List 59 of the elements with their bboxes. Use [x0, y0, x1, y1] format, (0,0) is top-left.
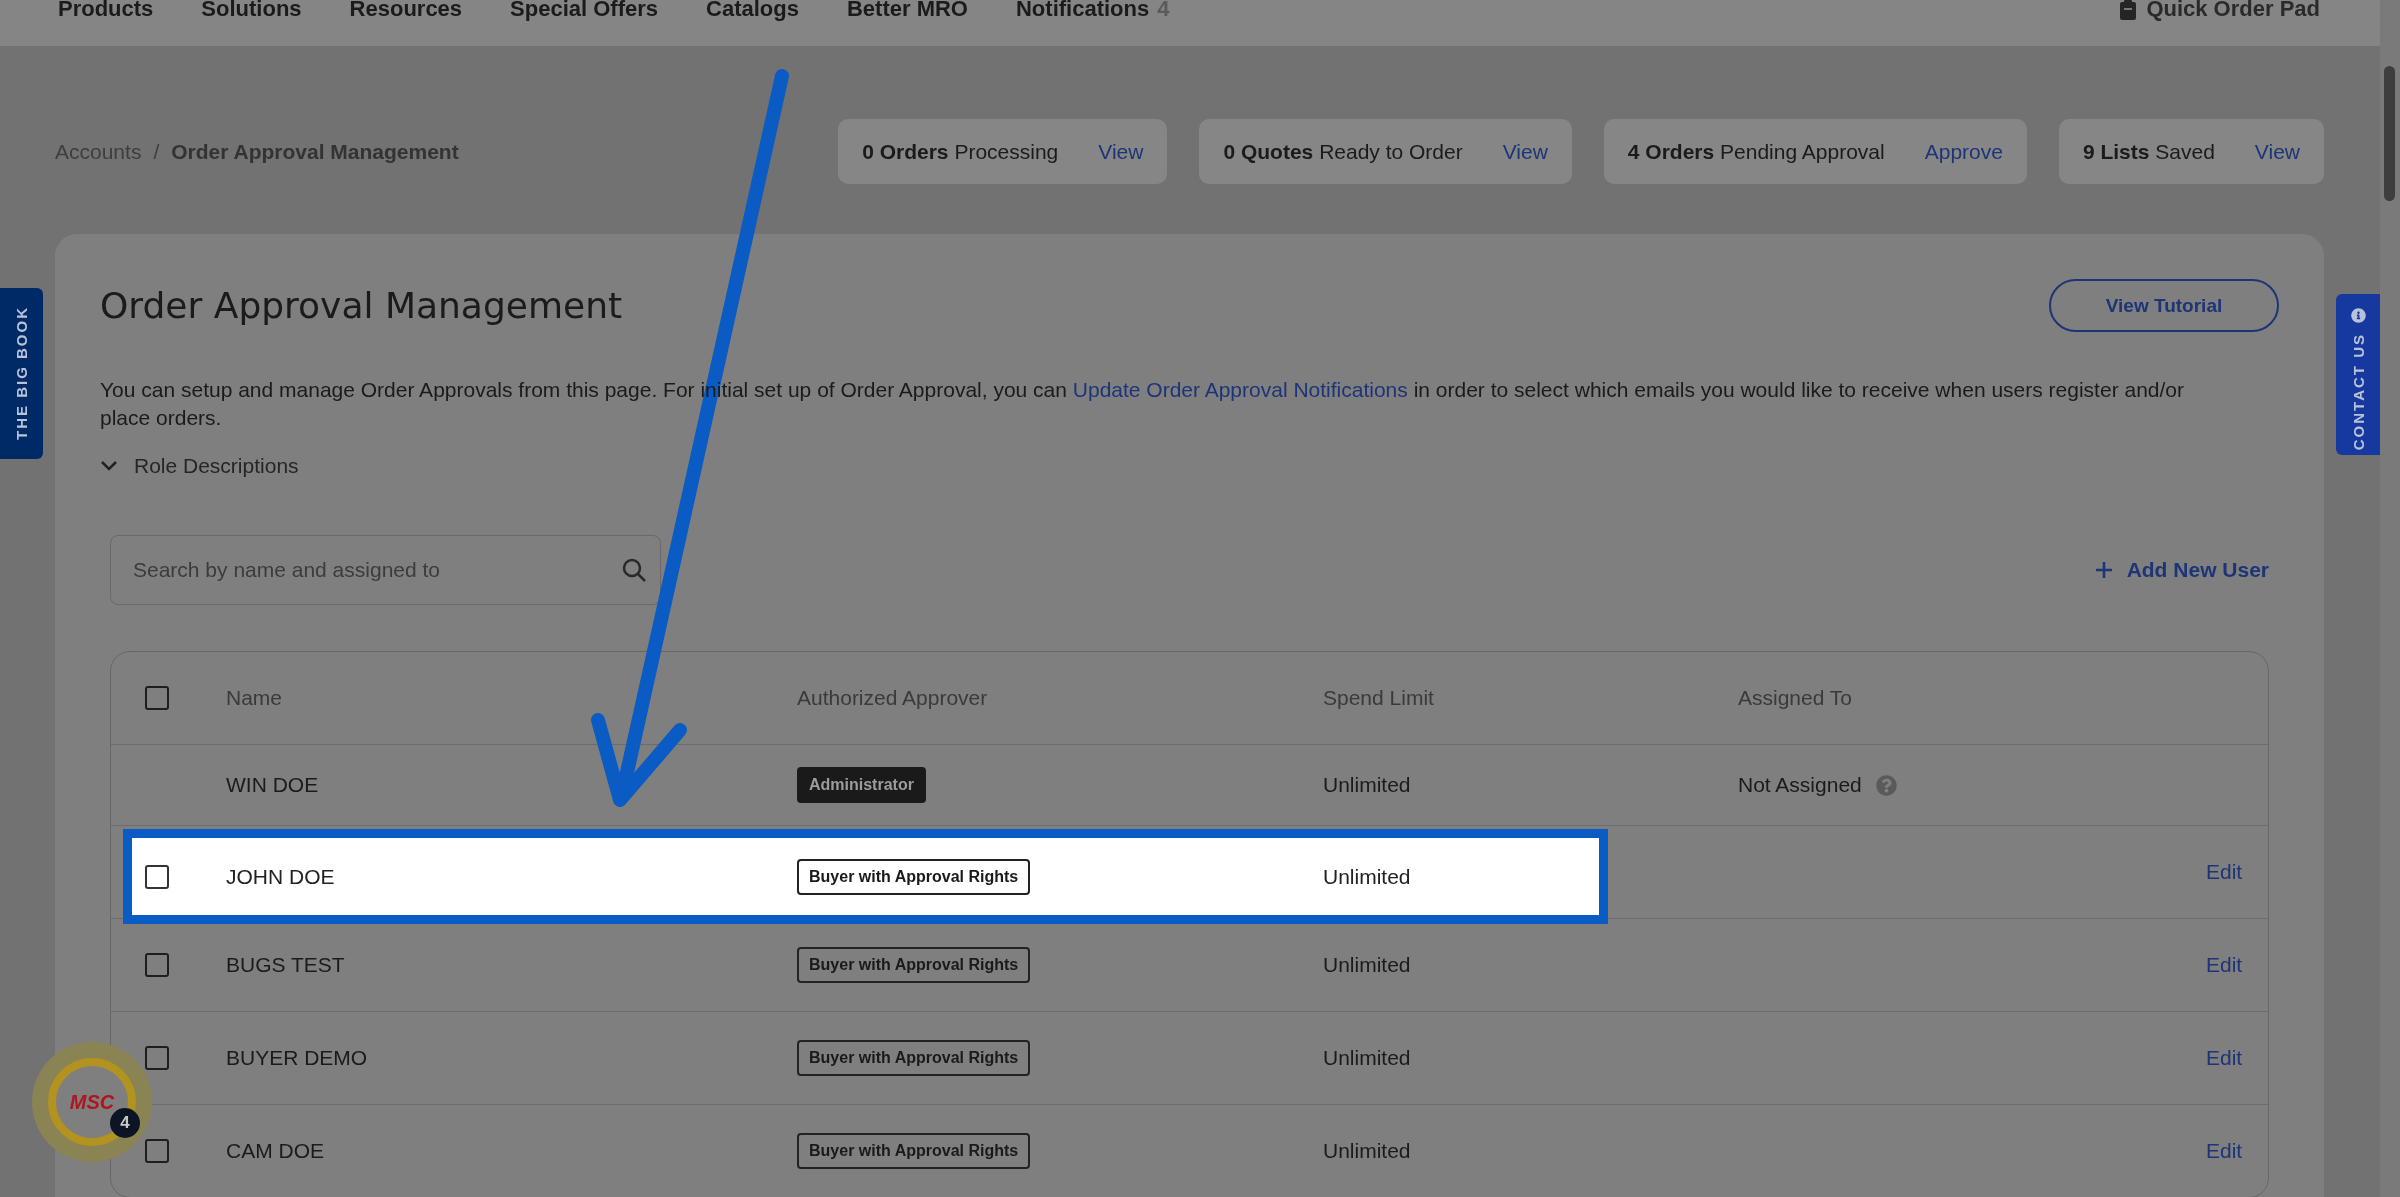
summary-text: 0 Quotes Ready to Order	[1223, 139, 1463, 164]
edit-link[interactable]: Edit	[2206, 860, 2243, 884]
row-checkbox[interactable]	[145, 953, 169, 977]
spend-limit: Unlimited	[1323, 953, 1412, 977]
plus-icon	[2094, 561, 2113, 579]
add-user-button[interactable]: Add New User	[2094, 558, 2269, 582]
row-checkbox[interactable]	[145, 1046, 169, 1070]
user-name: WIN DOE	[226, 773, 320, 797]
big-book-tab[interactable]: THE BIG BOOK	[0, 288, 43, 459]
user-name: JOHN DOE	[226, 864, 336, 889]
edit-link[interactable]: Edit	[2206, 1046, 2243, 1070]
quick-order-link[interactable]: Quick Order Pad	[2120, 0, 2320, 20]
column-header: Authorized Approver	[797, 686, 989, 710]
nav-link[interactable]: Solutions	[201, 0, 302, 18]
select-all-checkbox[interactable]	[145, 686, 169, 710]
nav-link[interactable]: Products	[58, 0, 154, 18]
summary-link[interactable]: View	[2254, 139, 2300, 164]
summary-text: 0 Orders Processing	[862, 139, 1059, 164]
tutorial-button[interactable]: View Tutorial	[2049, 279, 2279, 332]
summary-link[interactable]: View	[1098, 139, 1144, 164]
info-icon	[2350, 308, 2366, 323]
role-descriptions-toggle[interactable]: Role Descriptions	[100, 454, 299, 478]
assigned-to: Not Assigned	[1738, 773, 1862, 797]
edit-link[interactable]: Edit	[2206, 953, 2243, 977]
breadcrumb-separator: /	[153, 139, 160, 164]
scrollbar[interactable]	[2380, 0, 2400, 1197]
search-icon	[621, 557, 647, 583]
column-header: Assigned To	[1738, 686, 1854, 710]
role-tag: Buyer with Approval Rights	[797, 947, 1031, 983]
row-checkbox[interactable]	[145, 1139, 169, 1163]
role-tag: Buyer with Approval Rights	[797, 858, 1031, 895]
summary-text: 4 Orders Pending Approval	[1627, 139, 1885, 164]
column-header: Spend Limit	[1323, 686, 1435, 710]
user-name: BUGS TEST	[226, 953, 346, 977]
breadcrumb-item: Order Approval Management	[171, 139, 459, 164]
nav-link[interactable]: Resources	[349, 0, 463, 18]
search-field[interactable]: Search by name and assigned to	[110, 535, 661, 605]
summary-link[interactable]: Approve	[1924, 139, 2003, 164]
chevron-icon	[100, 460, 118, 472]
summary-link[interactable]: View	[1502, 139, 1548, 164]
spend-limit: Unlimited	[1323, 864, 1412, 889]
user-name: CAM DOE	[226, 1139, 325, 1163]
edit-link[interactable]: Edit	[2206, 1139, 2243, 1163]
notifications-link[interactable]: Update Order Approval Notifications	[1072, 378, 1408, 401]
role-tag: Buyer with Approval Rights	[797, 1133, 1031, 1169]
spend-limit: Unlimited	[1323, 773, 1412, 797]
spend-limit: Unlimited	[1323, 1046, 1412, 1070]
page-title: Order Approval Management	[100, 285, 623, 326]
user-name: BUYER DEMO	[226, 1046, 369, 1070]
nav-link[interactable]: Notifications	[1016, 0, 1150, 18]
role-tag: Administrator	[797, 767, 926, 803]
row-checkbox[interactable]	[145, 864, 169, 889]
role-tag: Buyer with Approval Rights	[797, 1040, 1031, 1076]
spend-limit: Unlimited	[1323, 1139, 1412, 1163]
summary-text: 9 Lists Saved	[2082, 139, 2215, 164]
nav-link[interactable]: Better MRO	[846, 0, 968, 18]
contact-tab[interactable]: CONTACT US	[2336, 294, 2380, 455]
column-header: Name	[226, 686, 284, 710]
clipboard-icon	[2120, 0, 2137, 20]
